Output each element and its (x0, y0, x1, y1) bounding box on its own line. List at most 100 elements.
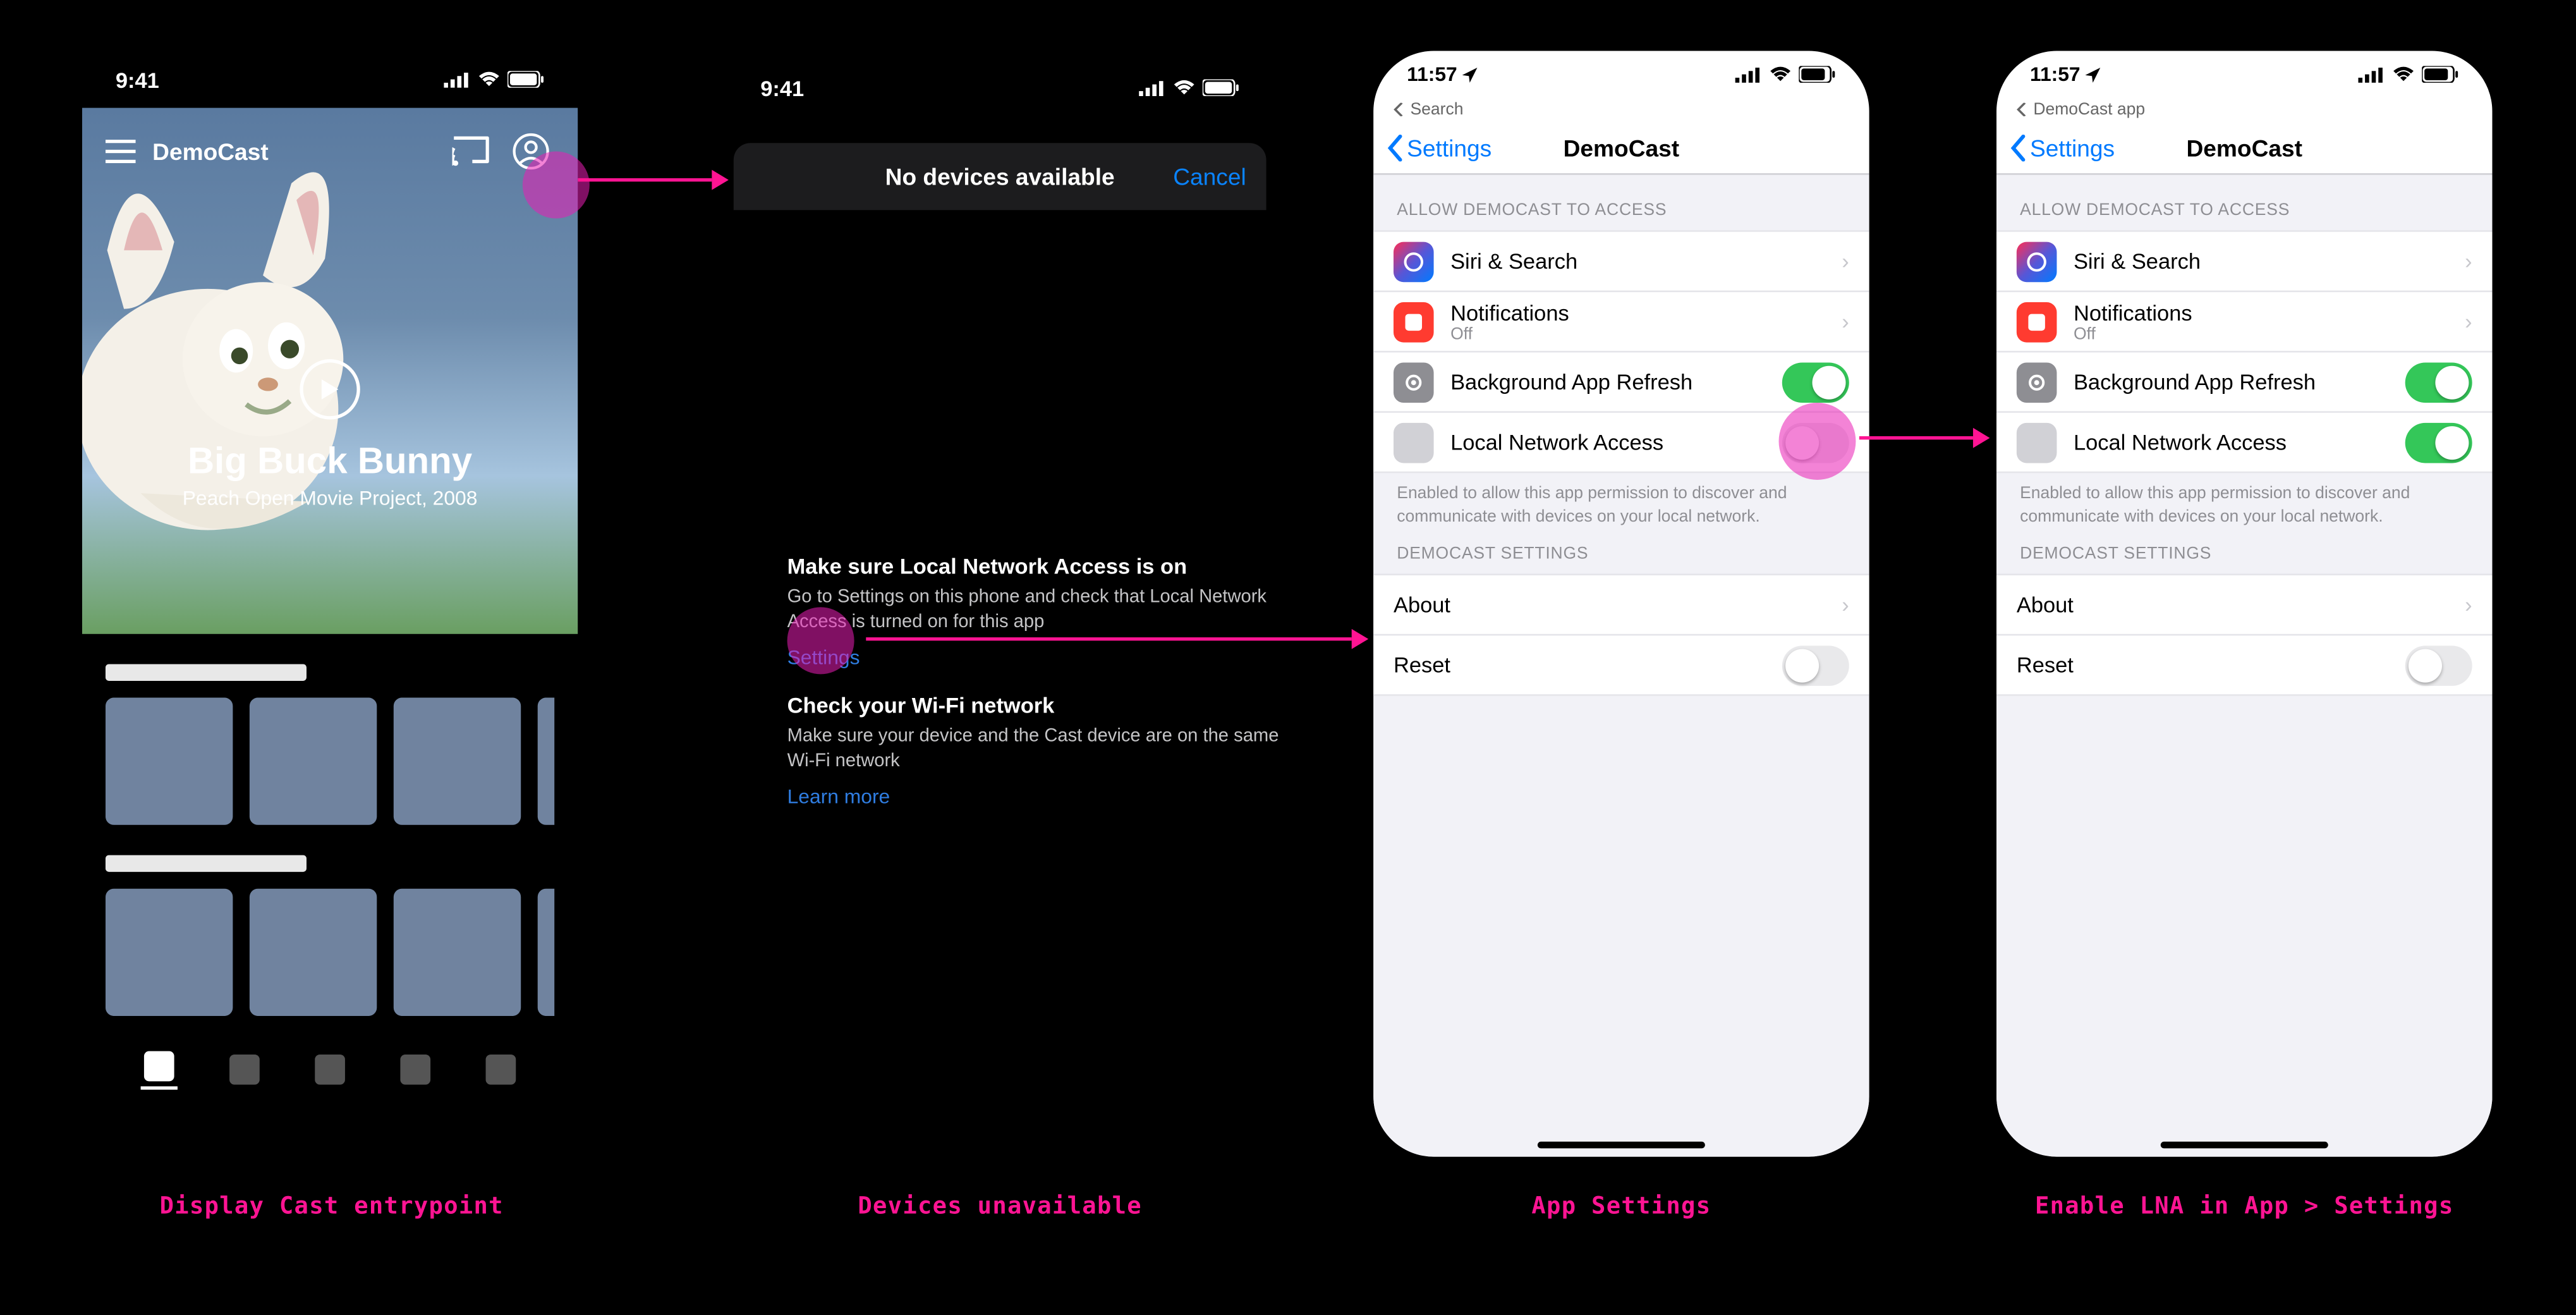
play-icon (320, 377, 340, 401)
wifi-icon (1769, 66, 1792, 83)
tab-3[interactable] (312, 1055, 348, 1085)
chevron-right-icon: › (1842, 309, 1849, 334)
home-indicator[interactable] (1373, 1142, 1869, 1149)
toggle-local-network-access[interactable] (2405, 422, 2472, 463)
battery-icon (1203, 80, 1239, 97)
breadcrumb[interactable]: DemoCast app (1996, 98, 2492, 121)
gear-icon (1394, 362, 1434, 402)
hamburger-icon[interactable] (106, 140, 136, 163)
settings-body: ALLOW DEMOCAST TO ACCESS Siri & Search ›… (1996, 175, 2492, 1157)
thumbnail[interactable] (106, 889, 233, 1016)
lna-footnote: Enabled to allow this app permission to … (1373, 473, 1869, 528)
page-title: DemoCast (2186, 134, 2302, 161)
status-bar: 11:57 (1373, 51, 1869, 98)
chevron-right-icon: › (2465, 592, 2472, 618)
play-button[interactable] (300, 359, 360, 419)
toggle-background-refresh[interactable] (1782, 362, 1849, 402)
row-reset[interactable]: Reset (1373, 636, 1869, 696)
status-icons (1735, 66, 1836, 83)
notifications-icon (2017, 302, 2057, 342)
hero-artwork (82, 158, 484, 594)
toggle-reset[interactable] (2405, 645, 2472, 685)
cast-button[interactable] (447, 128, 494, 175)
toggle-background-refresh[interactable] (2405, 362, 2472, 402)
row-about[interactable]: About › (1996, 575, 2492, 635)
tab-home[interactable] (141, 1050, 178, 1089)
home-indicator[interactable] (1996, 1142, 2492, 1149)
signal-icon (444, 71, 470, 88)
section-header-access: ALLOW DEMOCAST TO ACCESS (1373, 175, 1869, 230)
time: 11:57 (2030, 63, 2101, 86)
row-about[interactable]: About › (1373, 575, 1869, 635)
network-icon (1394, 422, 1434, 463)
thumbnail-row[interactable] (106, 698, 554, 825)
flow-arrow (866, 627, 1368, 651)
caption: Enable LNA in App > Settings (1996, 1194, 2492, 1220)
thumbnail[interactable] (394, 889, 521, 1016)
thumbnail[interactable] (538, 698, 555, 825)
section-header-app-settings: DEMOCAST SETTINGS (1373, 529, 1869, 574)
thumbnail-row[interactable] (106, 889, 554, 1016)
breadcrumb[interactable]: Search (1373, 98, 1869, 121)
status-bar: 9:41 (724, 59, 1277, 116)
panel-devices-unavailable: 9:41 No devices available Cancel Make su… (724, 59, 1277, 1115)
thumbnail[interactable] (394, 698, 521, 825)
status-bar: 9:41 (82, 51, 578, 108)
row-notifications[interactable]: NotificationsOff › (1996, 292, 2492, 352)
chevron-right-icon: › (1842, 592, 1849, 618)
status-bar: 11:57 (1996, 51, 2492, 98)
thumbnail[interactable] (250, 889, 377, 1016)
chevron-left-icon (1387, 134, 1404, 161)
row-background-refresh[interactable]: Background App Refresh (1996, 353, 2492, 413)
location-icon (2086, 68, 2101, 83)
row-siri-search[interactable]: Siri & Search › (1373, 232, 1869, 292)
status-icons (2358, 66, 2458, 83)
thumbnail[interactable] (538, 889, 555, 1016)
caption: Devices unavailable (724, 1194, 1277, 1220)
time: 11:57 (1407, 63, 1478, 86)
tab-4[interactable] (397, 1055, 434, 1085)
cast-icon (453, 137, 489, 167)
tab-2[interactable] (226, 1055, 263, 1085)
section-header-access: ALLOW DEMOCAST TO ACCESS (1996, 175, 2492, 230)
signal-icon (1735, 66, 1762, 83)
hero-title: Big Buck Bunny (82, 439, 578, 483)
sheet-header: No devices available Cancel (734, 143, 1267, 210)
thumbnail[interactable] (250, 698, 377, 825)
battery-icon (2422, 66, 2458, 83)
help-wifi-body: Make sure your device and the Cast devic… (787, 725, 1290, 774)
status-icons (1139, 80, 1239, 97)
back-button[interactable]: Settings (1387, 134, 1492, 161)
row-siri-search[interactable]: Siri & Search › (1996, 232, 2492, 292)
hero: DemoCast Big Buck Bunny Peach Open Movie… (82, 108, 578, 634)
highlight-lna-toggle-off (1779, 403, 1856, 480)
row-reset[interactable]: Reset (1996, 636, 2492, 696)
chevron-right-icon: › (1842, 248, 1849, 274)
row-notifications[interactable]: NotificationsOff › (1373, 292, 1869, 352)
lna-footnote: Enabled to allow this app permission to … (1996, 473, 2492, 528)
row-background-refresh[interactable]: Background App Refresh (1373, 353, 1869, 413)
flow-arrow (1859, 426, 1990, 450)
help-wifi-title: Check your Wi‑Fi network (787, 693, 1290, 718)
row-local-network-access[interactable]: Local Network Access (1996, 413, 2492, 473)
cancel-button[interactable]: Cancel (1173, 163, 1246, 190)
battery-icon (1799, 66, 1835, 83)
section-header-app-settings: DEMOCAST SETTINGS (1996, 529, 2492, 574)
section-heading-skeleton (106, 855, 307, 872)
siri-icon (1394, 241, 1434, 281)
toggle-reset[interactable] (1782, 645, 1849, 685)
phone-settings-lna-off: 11:57 Search Settings DemoCast ALLOW DEM… (1373, 51, 1869, 1157)
thumbnail[interactable] (106, 698, 233, 825)
signal-icon (2358, 66, 2385, 83)
content (82, 664, 578, 1017)
app-title: DemoCast (152, 138, 269, 164)
time: 9:41 (760, 75, 804, 101)
back-button[interactable]: Settings (2010, 134, 2115, 161)
help-lna-title: Make sure Local Network Access is on (787, 554, 1290, 579)
learn-more-link[interactable]: Learn more (787, 785, 1290, 808)
caption: Display Cast entrypoint (84, 1194, 580, 1220)
chevron-left-icon (2017, 103, 2027, 116)
battery-icon (507, 71, 544, 88)
tab-bar (82, 1039, 578, 1099)
tab-5[interactable] (482, 1055, 519, 1085)
